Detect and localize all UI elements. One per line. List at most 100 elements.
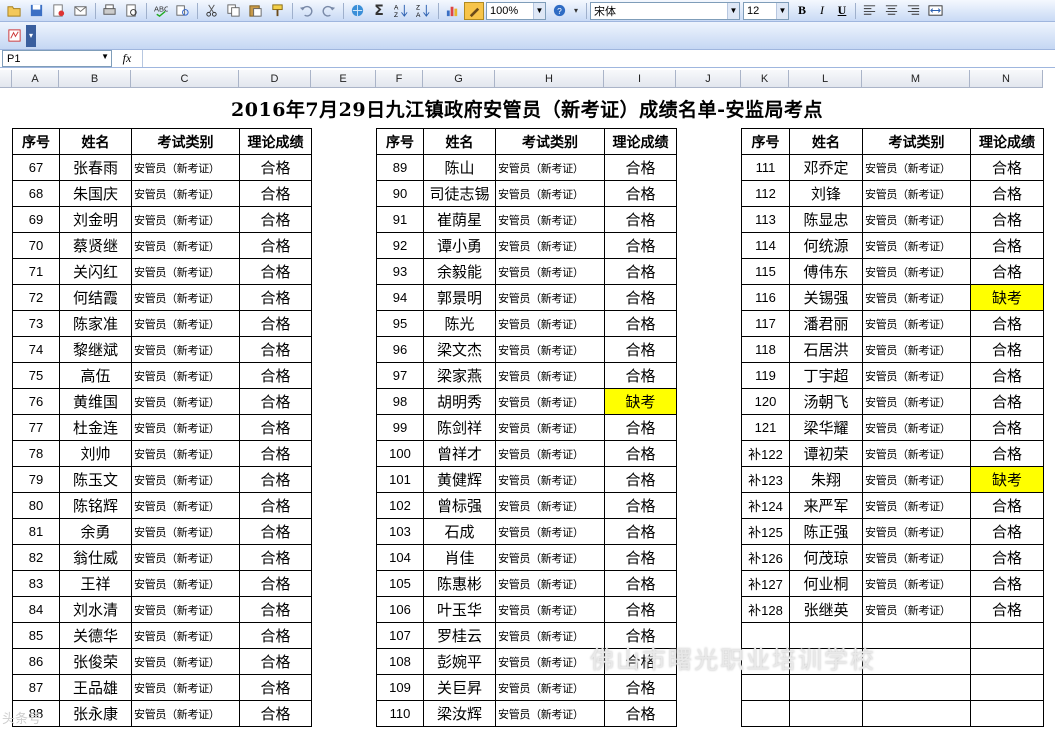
name-cell[interactable]: 陈光 [423, 310, 496, 337]
print-preview-icon[interactable] [121, 2, 141, 20]
print-icon[interactable] [99, 2, 119, 20]
italic-button[interactable]: I [812, 2, 832, 20]
seq-cell[interactable]: 94 [376, 284, 424, 311]
result-cell[interactable]: 合格 [604, 284, 677, 311]
result-cell[interactable]: 合格 [239, 648, 312, 675]
seq-cell[interactable]: 99 [376, 414, 424, 441]
name-cell[interactable]: 邓乔定 [789, 154, 863, 181]
seq-cell[interactable]: 116 [741, 284, 790, 311]
seq-cell[interactable]: 73 [12, 310, 60, 337]
column-heading[interactable]: 序号 [12, 128, 60, 155]
name-cell[interactable]: 陈剑祥 [423, 414, 496, 441]
result-cell[interactable]: 合格 [604, 258, 677, 285]
category-cell[interactable] [862, 700, 971, 727]
name-cell[interactable]: 陈显忠 [789, 206, 863, 233]
category-cell[interactable]: 安管员（新考证） [131, 466, 240, 493]
email-icon[interactable] [70, 2, 90, 20]
name-cell[interactable] [789, 674, 863, 701]
result-cell[interactable]: 合格 [604, 492, 677, 519]
category-cell[interactable]: 安管员（新考证） [862, 258, 971, 285]
category-cell[interactable]: 安管员（新考证） [495, 388, 605, 415]
undo-icon[interactable] [296, 2, 316, 20]
permission-icon[interactable] [48, 2, 68, 20]
category-cell[interactable] [862, 648, 971, 675]
category-cell[interactable]: 安管员（新考证） [131, 310, 240, 337]
seq-cell[interactable]: 117 [741, 310, 790, 337]
seq-cell[interactable]: 109 [376, 674, 424, 701]
category-cell[interactable]: 安管员（新考证） [862, 570, 971, 597]
pdf-icon[interactable] [4, 27, 24, 45]
result-cell[interactable]: 合格 [970, 362, 1044, 389]
hyperlink-icon[interactable] [347, 2, 367, 20]
category-cell[interactable]: 安管员（新考证） [862, 596, 971, 623]
seq-cell[interactable]: 71 [12, 258, 60, 285]
result-cell[interactable]: 合格 [239, 570, 312, 597]
result-cell[interactable]: 合格 [970, 258, 1044, 285]
seq-cell[interactable]: 119 [741, 362, 790, 389]
name-cell[interactable]: 梁华耀 [789, 414, 863, 441]
column-heading[interactable]: 理论成绩 [239, 128, 312, 155]
result-cell[interactable]: 合格 [604, 596, 677, 623]
name-cell[interactable]: 罗桂云 [423, 622, 496, 649]
seq-cell[interactable]: 108 [376, 648, 424, 675]
category-cell[interactable]: 安管员（新考证） [862, 284, 971, 311]
category-cell[interactable]: 安管员（新考证） [495, 440, 605, 467]
column-header[interactable]: M [862, 70, 970, 88]
name-cell[interactable]: 陈玉文 [59, 466, 132, 493]
result-cell[interactable] [970, 700, 1044, 727]
result-cell[interactable]: 合格 [239, 310, 312, 337]
column-header[interactable]: K [741, 70, 789, 88]
result-cell[interactable]: 合格 [239, 466, 312, 493]
result-cell[interactable]: 合格 [239, 544, 312, 571]
category-cell[interactable]: 安管员（新考证） [131, 232, 240, 259]
seq-cell[interactable]: 补128 [741, 596, 790, 623]
seq-cell[interactable]: 89 [376, 154, 424, 181]
name-cell[interactable]: 刘帅 [59, 440, 132, 467]
bold-button[interactable]: B [792, 2, 812, 20]
name-cell[interactable]: 余毅能 [423, 258, 496, 285]
column-header[interactable]: I [604, 70, 676, 88]
category-cell[interactable]: 安管员（新考证） [131, 336, 240, 363]
seq-cell[interactable]: 77 [12, 414, 60, 441]
name-cell[interactable]: 余勇 [59, 518, 132, 545]
name-cell[interactable]: 石居洪 [789, 336, 863, 363]
category-cell[interactable]: 安管员（新考证） [495, 622, 605, 649]
result-cell[interactable]: 合格 [970, 232, 1044, 259]
column-header[interactable]: L [789, 70, 862, 88]
research-icon[interactable] [172, 2, 192, 20]
result-cell[interactable]: 合格 [239, 492, 312, 519]
result-cell[interactable]: 合格 [604, 180, 677, 207]
result-cell[interactable]: 合格 [604, 206, 677, 233]
column-header[interactable]: H [495, 70, 604, 88]
help-icon[interactable]: ? [549, 2, 569, 20]
category-cell[interactable]: 安管员（新考证） [495, 154, 605, 181]
result-cell[interactable]: 合格 [970, 310, 1044, 337]
column-heading[interactable]: 姓名 [789, 128, 863, 155]
seq-cell[interactable]: 115 [741, 258, 790, 285]
category-cell[interactable]: 安管员（新考证） [131, 570, 240, 597]
result-cell[interactable]: 缺考 [604, 388, 677, 415]
seq-cell[interactable]: 74 [12, 336, 60, 363]
name-cell[interactable]: 关德华 [59, 622, 132, 649]
category-cell[interactable]: 安管员（新考证） [131, 258, 240, 285]
seq-cell[interactable]: 107 [376, 622, 424, 649]
seq-cell[interactable]: 补125 [741, 518, 790, 545]
result-cell[interactable]: 合格 [239, 232, 312, 259]
category-cell[interactable]: 安管员（新考证） [495, 232, 605, 259]
seq-cell[interactable]: 72 [12, 284, 60, 311]
category-cell[interactable]: 安管员（新考证） [862, 388, 971, 415]
name-cell[interactable]: 谭初荣 [789, 440, 863, 467]
seq-cell[interactable]: 102 [376, 492, 424, 519]
category-cell[interactable]: 安管员（新考证） [495, 336, 605, 363]
name-cell[interactable]: 曾标强 [423, 492, 496, 519]
seq-cell[interactable]: 67 [12, 154, 60, 181]
seq-cell[interactable]: 118 [741, 336, 790, 363]
category-cell[interactable]: 安管员（新考证） [862, 206, 971, 233]
column-heading[interactable]: 考试类别 [131, 128, 240, 155]
result-cell[interactable] [970, 648, 1044, 675]
seq-cell[interactable]: 95 [376, 310, 424, 337]
name-cell[interactable]: 陈正强 [789, 518, 863, 545]
column-header[interactable]: G [423, 70, 495, 88]
result-cell[interactable]: 缺考 [970, 466, 1044, 493]
seq-cell[interactable]: 79 [12, 466, 60, 493]
